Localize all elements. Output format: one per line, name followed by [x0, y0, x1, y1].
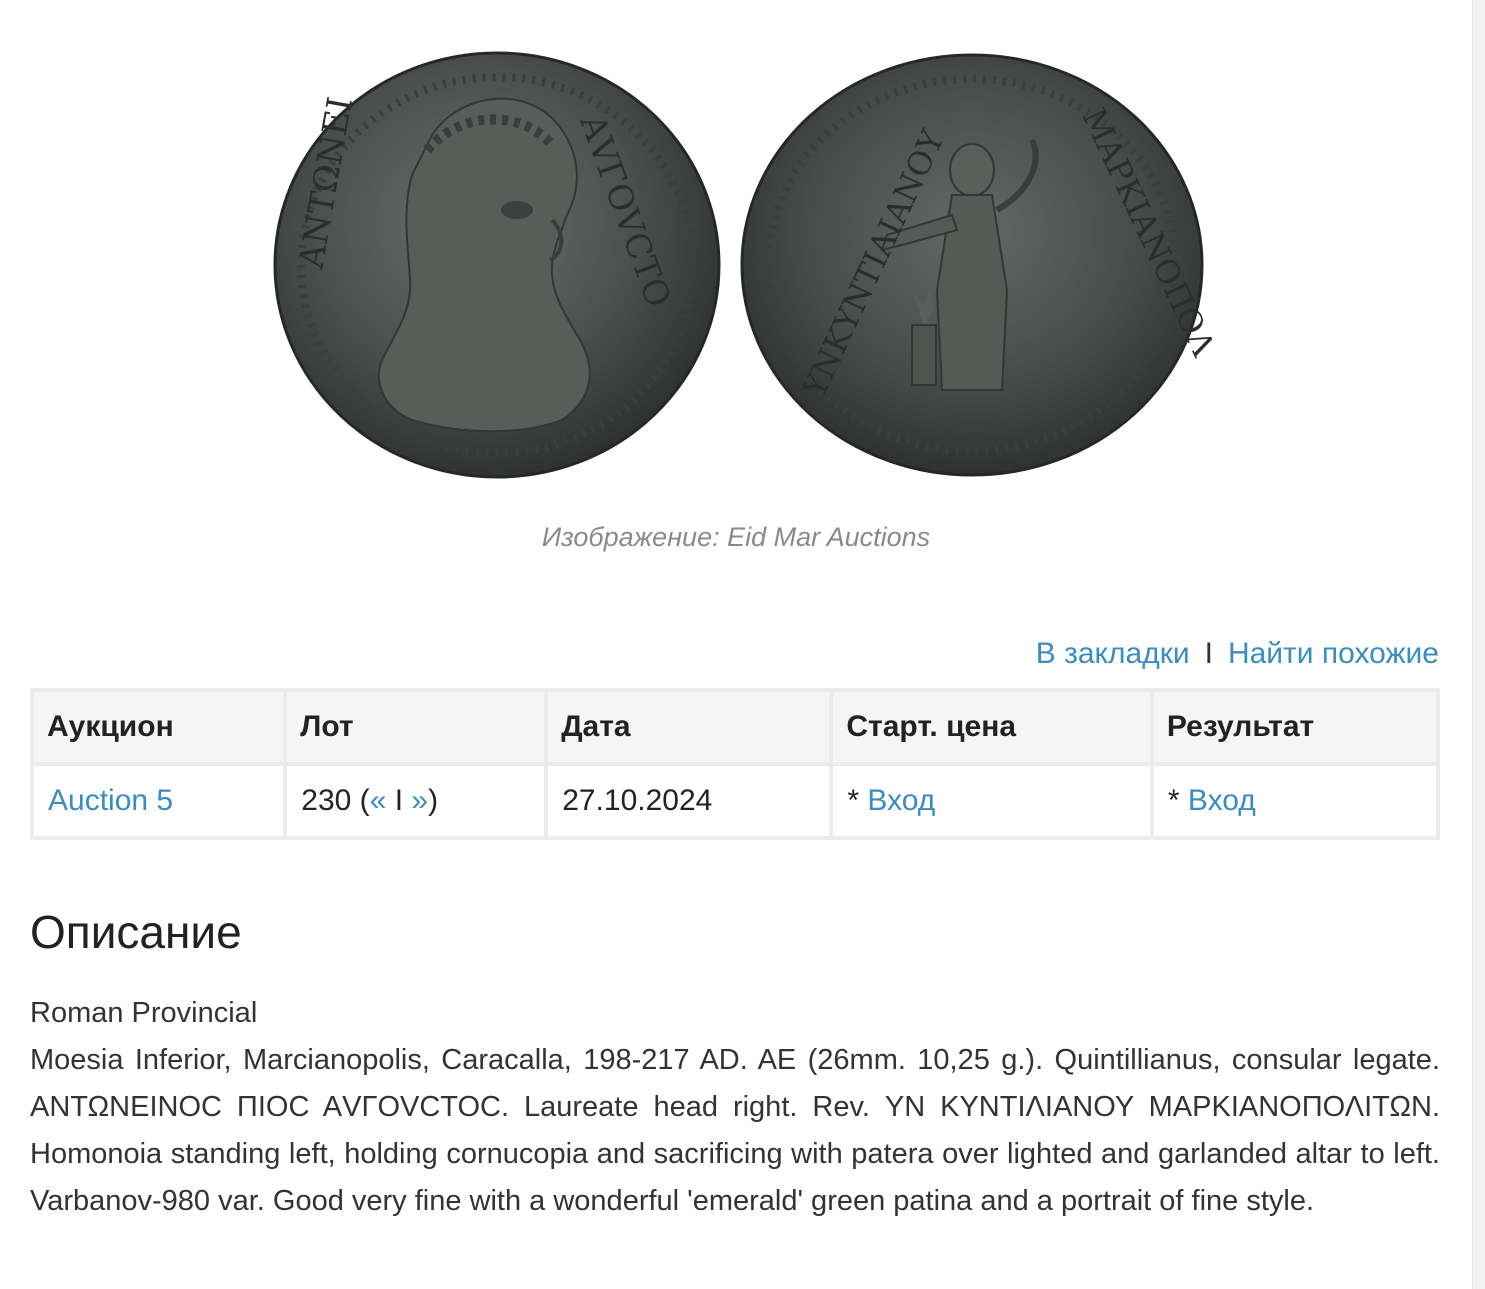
result-prefix: * [1167, 784, 1188, 817]
table-row: Auction 5 230 (« I ») 27.10.2024 * Вход … [34, 766, 1436, 836]
start-price-login-link[interactable]: Вход [867, 784, 935, 817]
lot-nav-separator: I [386, 784, 412, 817]
column-header-start-price: Старт. цена [833, 692, 1150, 762]
lot-number: 230 ( [301, 784, 370, 817]
actions-separator: I [1204, 637, 1213, 670]
column-header-lot: Лот [287, 692, 545, 762]
column-header-auction: Аукцион [34, 692, 284, 762]
start-price-prefix: * [847, 784, 868, 817]
cell-auction: Auction 5 [34, 766, 284, 836]
coin-obverse: ΑΝΤΩΝΕΙ ΑVΓΟVϹΤΟ [273, 51, 721, 479]
image-caption: Изображение: Eid Mar Auctions [541, 522, 931, 552]
description-category: Roman Provincial [30, 997, 258, 1029]
auction-link[interactable]: Auction 5 [48, 784, 173, 817]
result-login-link[interactable]: Вход [1188, 784, 1256, 817]
description-heading: Описание [30, 906, 242, 958]
description: Roman Provincial Moesia Inferior, Marcia… [30, 990, 1440, 1225]
cell-date: 27.10.2024 [548, 766, 830, 836]
coin-image[interactable]: ΑΝΤΩΝΕΙ ΑVΓΟVϹΤΟ ΥΝΚΥΝΤΙΛΙΑΝΟΥ ΜΑΡΚΙΑΝΟΠ… [262, 40, 1212, 490]
table-header-row: Аукцион Лот Дата Старт. цена Результат [34, 692, 1436, 762]
description-text: Moesia Inferior, Marcianopolis, Caracall… [30, 1044, 1440, 1217]
lot-actions: В закладки I Найти похожие [1036, 634, 1439, 674]
cell-lot: 230 (« I ») [287, 766, 545, 836]
column-header-result: Результат [1153, 692, 1436, 762]
column-header-date: Дата [548, 692, 830, 762]
next-lot-link[interactable]: » [411, 784, 428, 817]
coin-reverse: ΥΝΚΥΝΤΙΛΙΑΝΟΥ ΜΑΡΚΙΑΝΟΠΟΛ [740, 53, 1212, 477]
bookmark-link[interactable]: В закладки [1036, 637, 1190, 670]
find-similar-link[interactable]: Найти похожие [1228, 637, 1439, 670]
previous-lot-link[interactable]: « [370, 784, 387, 817]
lot-table: Аукцион Лот Дата Старт. цена Результат A… [30, 688, 1440, 840]
scrollbar[interactable] [1472, 0, 1485, 1289]
page: ΑΝΤΩΝΕΙ ΑVΓΟVϹΤΟ ΥΝΚΥΝΤΙΛΙΑΝΟΥ ΜΑΡΚΙΑΝΟΠ… [0, 0, 1472, 1289]
lot-close-paren: ) [428, 784, 439, 817]
cell-result: * Вход [1153, 766, 1436, 836]
cell-start-price: * Вход [833, 766, 1150, 836]
